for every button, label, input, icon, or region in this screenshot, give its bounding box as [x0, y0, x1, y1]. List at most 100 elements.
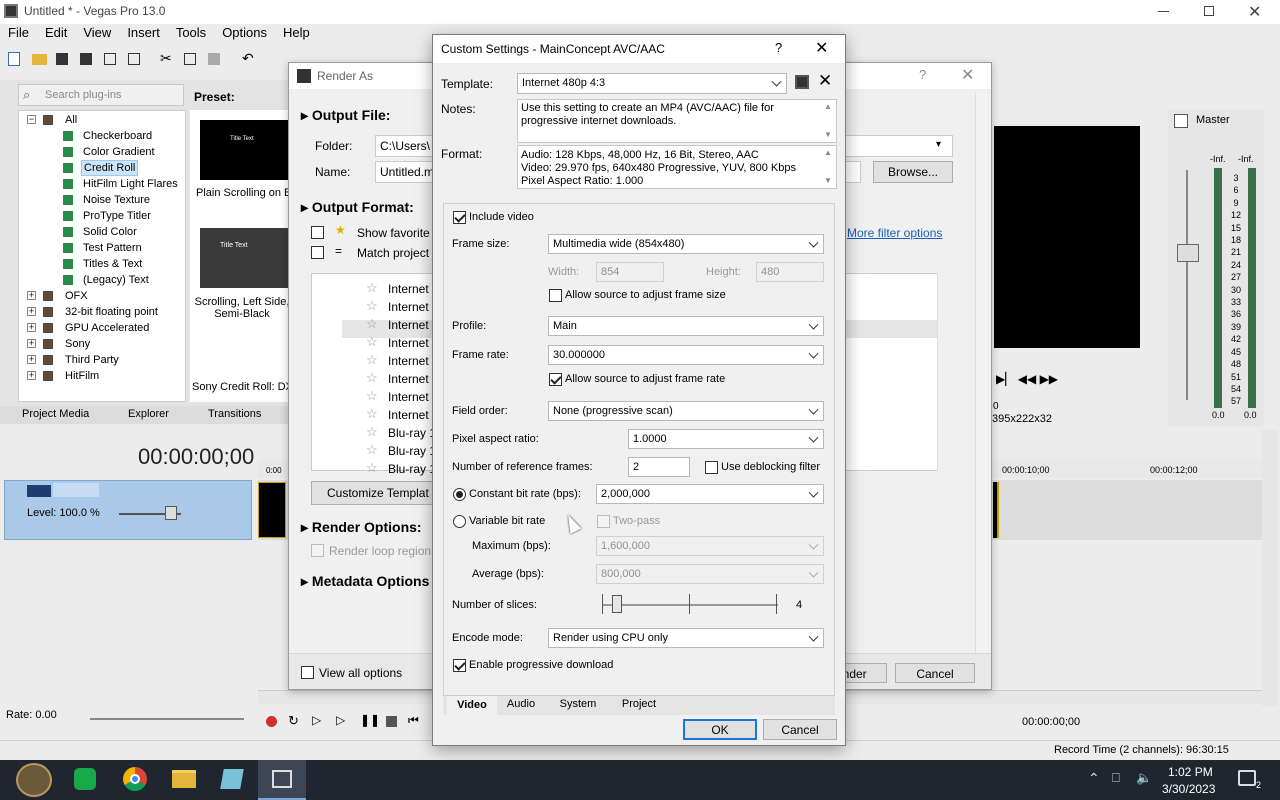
menu-view[interactable]: View	[83, 25, 111, 40]
two-pass-checkbox[interactable]	[597, 515, 610, 528]
spreadsheet-app-icon[interactable]	[74, 768, 96, 790]
menu-file[interactable]: File	[8, 25, 29, 40]
show-favorites-checkbox[interactable]	[311, 226, 324, 239]
cs-cancel-button[interactable]: Cancel	[763, 719, 837, 740]
favorite-star-icon[interactable]: ☆	[366, 424, 378, 440]
start-button[interactable]	[16, 763, 52, 797]
customize-template-button[interactable]: Customize Templat	[311, 481, 441, 505]
new-icon[interactable]	[8, 52, 20, 66]
cbr-dropdown[interactable]: 2,000,000	[596, 484, 824, 504]
plugin-tree-item[interactable]: + GPU Accelerated	[19, 320, 185, 336]
format-list-item[interactable]: Internet	[388, 318, 429, 332]
loop-icon[interactable]: ↻	[288, 713, 299, 729]
save-as-icon[interactable]	[80, 53, 92, 65]
rate-slider[interactable]	[90, 718, 244, 720]
match-project-checkbox[interactable]	[311, 246, 324, 259]
save-icon[interactable]	[56, 53, 68, 65]
frame-size-dropdown[interactable]: Multimedia wide (854x480)	[548, 234, 824, 254]
width-field[interactable]: 854	[596, 262, 664, 282]
render-as-close-icon[interactable]: ✕	[961, 65, 974, 85]
format-scrollbar[interactable]: ▲ ▼	[820, 146, 836, 188]
undo-icon[interactable]: ↶	[242, 50, 254, 67]
favorite-star-icon[interactable]: ☆	[366, 406, 378, 422]
expand-icon[interactable]: +	[27, 307, 36, 316]
preset-thumb-1[interactable]: Title Text	[200, 120, 288, 180]
expand-icon[interactable]: +	[27, 371, 36, 380]
play-from-start-icon[interactable]: ▷	[312, 713, 321, 727]
deblocking-checkbox[interactable]	[705, 461, 718, 474]
browse-button[interactable]: Browse...	[873, 161, 953, 183]
render-cancel-button[interactable]: Cancel	[895, 663, 975, 683]
format-list-item[interactable]: Blu-ray 1	[388, 462, 436, 476]
template-dropdown[interactable]: Internet 480p 4:3	[517, 73, 787, 94]
plugin-tree-item[interactable]: (Legacy) Text	[19, 272, 185, 288]
clock-date[interactable]: 3/30/2023	[1162, 782, 1215, 796]
favorite-star-icon[interactable]: ☆	[366, 316, 378, 332]
track-header[interactable]: Level: 100.0 %	[4, 480, 252, 540]
favorite-star-icon[interactable]: ☆	[366, 298, 378, 314]
chrome-icon[interactable]	[123, 767, 147, 791]
right-scrollbar[interactable]	[1262, 430, 1278, 706]
height-field[interactable]: 480	[756, 262, 824, 282]
favorite-star-icon[interactable]: ☆	[366, 370, 378, 386]
plugin-tree-item[interactable]: + HitFilm	[19, 368, 185, 384]
plugin-tree-item[interactable]: +32-bit floating point	[19, 304, 185, 320]
format-list-item[interactable]: Blu-ray 1	[388, 426, 436, 440]
plugin-tree-item[interactable]: + Sony	[19, 336, 185, 352]
slices-slider-thumb[interactable]	[612, 595, 622, 613]
track-name-field[interactable]	[53, 483, 99, 497]
field-order-dropdown[interactable]: None (progressive scan)	[548, 401, 824, 421]
format-list-item[interactable]: Blu-ray 1	[388, 444, 436, 458]
paste-icon[interactable]	[208, 53, 220, 65]
allow-frame-rate-checkbox[interactable]	[549, 373, 562, 386]
volume-icon[interactable]: 🔈	[1136, 770, 1152, 786]
max-dropdown[interactable]: 1,600,000	[596, 536, 824, 556]
ref-frames-field[interactable]: 2	[628, 457, 690, 477]
render-as-help-icon[interactable]: ?	[919, 67, 926, 82]
plugin-tree-item[interactable]: Solid Color	[19, 224, 185, 240]
menu-edit[interactable]: Edit	[45, 25, 67, 40]
master-fader-thumb[interactable]	[1177, 244, 1199, 262]
vegas-taskbar-icon[interactable]	[258, 760, 306, 800]
minimize-icon[interactable]	[1158, 11, 1169, 12]
plugin-tree-item[interactable]: Color Gradient	[19, 144, 185, 160]
save-template-icon[interactable]	[795, 75, 809, 89]
stop-icon[interactable]	[386, 716, 397, 727]
menu-help[interactable]: Help	[283, 25, 310, 40]
level-slider-thumb[interactable]	[165, 506, 177, 520]
cs-help-icon[interactable]: ?	[775, 40, 782, 55]
include-video-checkbox[interactable]	[453, 211, 466, 224]
tab-explorer[interactable]: Explorer	[128, 408, 169, 420]
network-icon[interactable]: ⎕	[1112, 770, 1120, 786]
plugin-tree-item[interactable]: Noise Texture	[19, 192, 185, 208]
plugin-tree-item[interactable]: Titles & Text	[19, 256, 185, 272]
tab-video[interactable]: Video	[447, 696, 497, 716]
render-icon[interactable]	[104, 53, 116, 65]
pause-icon[interactable]: ❚❚	[360, 713, 380, 727]
format-list-item[interactable]: Internet	[388, 354, 429, 368]
tray-up-icon[interactable]: ⌃	[1088, 770, 1100, 787]
video-event[interactable]	[258, 482, 286, 538]
notes-scrollbar[interactable]: ▲ ▼	[820, 100, 836, 142]
more-filter-link[interactable]: More filter options	[847, 226, 942, 240]
copy-icon[interactable]	[184, 53, 196, 65]
favorite-star-icon[interactable]: ☆	[366, 334, 378, 350]
allow-frame-size-checkbox[interactable]	[549, 289, 562, 302]
restore-icon[interactable]	[1204, 6, 1214, 16]
avg-dropdown[interactable]: 800,000	[596, 564, 824, 584]
record-icon[interactable]	[266, 716, 277, 727]
expand-icon[interactable]: +	[27, 355, 36, 364]
par-dropdown[interactable]: 1.0000	[628, 429, 824, 449]
preset-thumb-2[interactable]: Title Text	[200, 228, 288, 288]
tab-transitions[interactable]: Transitions	[208, 408, 261, 420]
plugin-tree-item[interactable]: Checkerboard	[19, 128, 185, 144]
vbr-radio[interactable]	[453, 515, 466, 528]
format-list-scrollbar[interactable]	[937, 273, 953, 471]
plugin-tree-item[interactable]: HitFilm Light Flares	[19, 176, 185, 192]
plugin-tree-item[interactable]: ProType Titler	[19, 208, 185, 224]
render-loop-checkbox[interactable]	[311, 544, 324, 557]
preview-nav-icons[interactable]: ▶▏ ◀◀ ▶▶	[996, 372, 1058, 386]
tab-audio[interactable]: Audio	[501, 698, 541, 710]
app-icon-blue[interactable]	[220, 769, 244, 789]
format-list-item[interactable]: Internet	[388, 390, 429, 404]
